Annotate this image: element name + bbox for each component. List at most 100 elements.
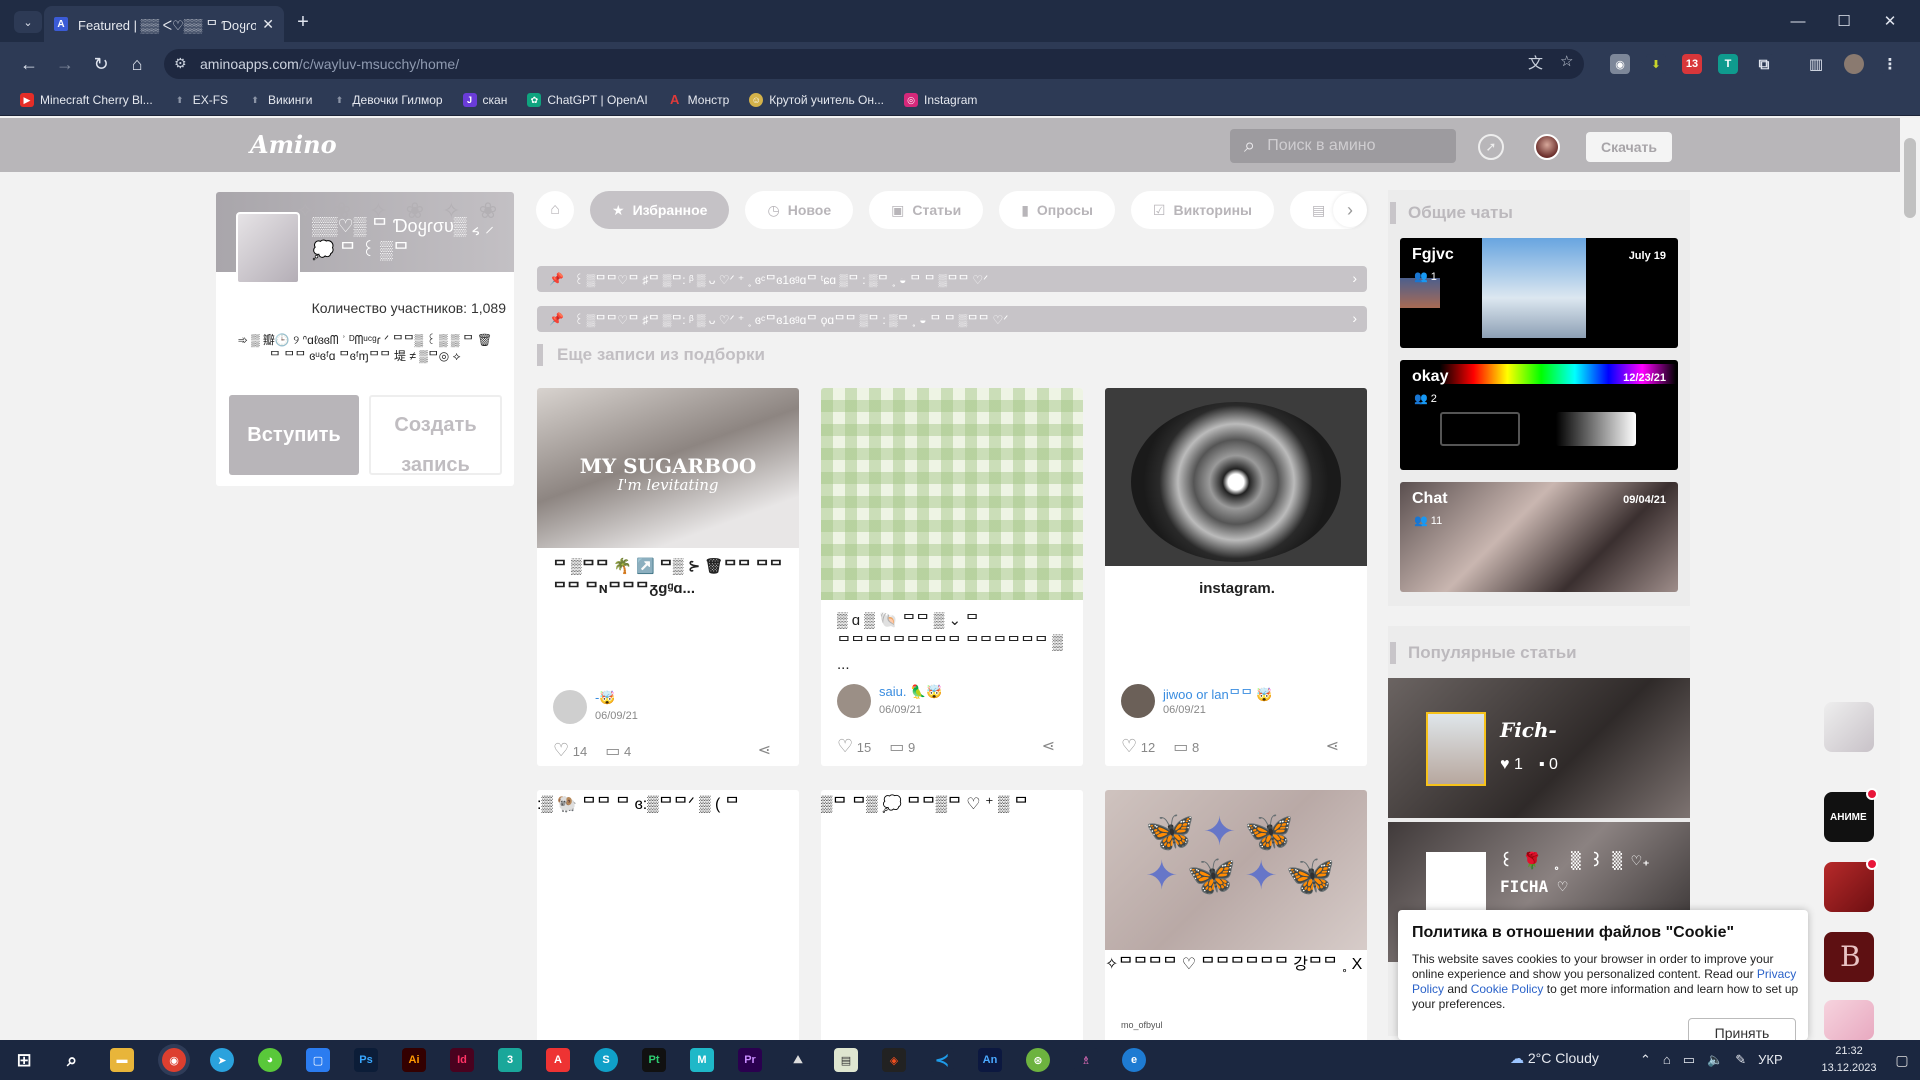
search-icon[interactable]: ⌕ (60, 1048, 84, 1072)
volume-icon[interactable]: 🔈 (1707, 1052, 1723, 1068)
bookmark-item[interactable]: ☺ Крутой учитель Он... (749, 92, 884, 107)
author-avatar[interactable] (837, 684, 871, 718)
share-icon[interactable]: ⋖ (1326, 736, 1339, 756)
maximize-icon[interactable]: ☐ (1824, 8, 1864, 34)
telegram-icon[interactable]: ➤ (210, 1048, 234, 1072)
bookmark-item[interactable]: ⬆ Викинги (248, 93, 312, 107)
translate-icon[interactable]: 文 (1528, 52, 1543, 73)
profile-avatar-icon[interactable] (1844, 54, 1864, 74)
menu-kebab-icon[interactable]: ⋮ (1880, 54, 1900, 74)
tab-latest[interactable]: ◷ Новое (745, 191, 854, 229)
article-card[interactable]: Fich- ♥ 1 ▪ 0 (1388, 678, 1690, 818)
vscode-icon[interactable]: ≺ (930, 1048, 954, 1072)
post-card[interactable]: instagram. jiwoo or lanᄆᄆ 🤯 06/09/21 ♡ 1… (1105, 388, 1367, 766)
illustrator-icon[interactable]: Ai (402, 1048, 426, 1072)
amino-app-shortcut[interactable]: АНИМЕ (1824, 792, 1874, 842)
author-name[interactable]: mo_ofbyul (1121, 1020, 1163, 1030)
page-scrollbar[interactable] (1900, 118, 1920, 1040)
cookie-policy-link[interactable]: Cookie Policy (1471, 982, 1544, 996)
app-icon[interactable]: M (690, 1048, 714, 1072)
chat-card[interactable]: Chat 👥 11 09/04/21 (1400, 482, 1678, 592)
bookmark-item[interactable]: ▶ Minecraft Cherry Bl... (20, 92, 153, 107)
forward-icon[interactable]: → (52, 51, 78, 77)
create-post-button[interactable]: Создать запись (369, 395, 502, 476)
bookmark-star-icon[interactable]: ☆ (1560, 52, 1573, 70)
download-button[interactable]: Скачать (1586, 132, 1672, 162)
tray-expand-icon[interactable]: ⌃ (1640, 1052, 1651, 1068)
animate-icon[interactable]: An (978, 1048, 1002, 1072)
home-icon[interactable]: ⌂ (124, 51, 150, 77)
notepad-icon[interactable]: ▤ (834, 1048, 858, 1072)
author-name[interactable]: -🤯 (595, 690, 616, 706)
minimize-icon[interactable]: — (1778, 8, 1818, 34)
reload-icon[interactable]: ↻ (88, 51, 114, 77)
community-shortcut[interactable] (1824, 1000, 1874, 1040)
figma-icon[interactable]: ◈ (882, 1048, 906, 1072)
author-name[interactable]: saiu. 🦜🤯 (879, 684, 942, 700)
post-card[interactable]: ▒ᄆ ᄆ▒ 💭 ᄆᄆ▒ᄆ ♡ ⁺ ▒ ᄆ (821, 790, 1083, 1050)
notifications-icon[interactable]: ▢ (1890, 1048, 1914, 1072)
share-icon[interactable]: ⋖ (1042, 736, 1055, 756)
community-shortcut[interactable] (1824, 862, 1874, 912)
bookmark-item[interactable]: ⬆ EX-FS (173, 93, 228, 107)
premiere-icon[interactable]: Pr (738, 1048, 762, 1072)
amino-logo[interactable]: Amino (250, 130, 337, 159)
compass-icon[interactable]: ➚ (1478, 134, 1504, 160)
community-shortcut[interactable]: B (1824, 932, 1874, 982)
close-tab-icon[interactable]: ✕ (262, 16, 274, 33)
bookmark-item[interactable]: ⬆ Девочки Гилмор (332, 93, 443, 107)
sidepanel-icon[interactable]: ▥ (1806, 54, 1826, 74)
like-button[interactable]: ♡ 12 (1121, 736, 1155, 757)
duolingo-icon[interactable]: ◕ (258, 1048, 282, 1072)
windows-start-icon[interactable]: ⊞ (12, 1048, 36, 1072)
chrome-icon[interactable]: ◉ (162, 1048, 186, 1072)
post-card[interactable]: ▒ ɑ ▒ 🐚 ᄆᄆ ▒ ⌄ ᄆ ᄆᄆᄆᄆᄆᄆᄆᄆᄆ ᄆᄆᄆᄆᄆᄆ ▒ ... … (821, 388, 1083, 766)
file-explorer-icon[interactable]: ▬ (110, 1048, 134, 1072)
post-card[interactable]: 🦋✦🦋 ✦🦋✦🦋 ✧ᄆᄆᄆᄆ ♡ ᄆᄆᄆᄆᄆᄆ 강ᄆᄆ ˳ X mo_ofbyul (1105, 790, 1367, 1050)
tab-list-icon[interactable]: ⌄ (14, 11, 42, 33)
browser-tab-active[interactable]: A Featured | ▒▒ ᐸ♡▒▒ ᄆ Ɗоყɾσυ ✕ (44, 6, 284, 42)
photoshop-icon[interactable]: Ps (354, 1048, 378, 1072)
share-icon[interactable]: ⋖ (758, 740, 771, 760)
new-tab-icon[interactable]: + (290, 9, 316, 35)
user-avatar[interactable] (1534, 134, 1560, 160)
community-shortcut[interactable] (1824, 702, 1874, 752)
bookmark-item[interactable]: A Монстр (668, 92, 729, 107)
app-icon[interactable]: S (594, 1048, 618, 1072)
language-indicator[interactable]: УКР (1758, 1052, 1783, 1068)
author-avatar[interactable] (553, 690, 587, 724)
like-button[interactable]: ♡ 14 (553, 740, 587, 761)
back-icon[interactable]: ← (16, 51, 42, 77)
tab-articles[interactable]: ▣ Статьи (869, 191, 984, 229)
home-tab-icon[interactable]: ⌂ (536, 191, 574, 229)
bookmark-item[interactable]: ◎ Instagram (904, 92, 977, 107)
app-icon[interactable]: ⛰ (786, 1048, 810, 1072)
camera-extension-icon[interactable]: ◉ (1610, 54, 1630, 74)
chat-card[interactable]: Fgjvc 👥 1 July 19 (1400, 238, 1678, 348)
indesign-icon[interactable]: Id (450, 1048, 474, 1072)
pinned-post[interactable]: 📌 ꒰ ▒ᄆᄆ♡ᄆ ♯ᄆ ▒ᄆ: ᵝ ▒ ᴗ ♡ᐟ ⁺ ˳ ɞᶜᄆɞ1ɞᵍɑᄆ ᵗ… (537, 266, 1367, 292)
bookmark-item[interactable]: Jскан (462, 92, 507, 107)
author-avatar[interactable] (1121, 684, 1155, 718)
tab-featured[interactable]: ★ Избранное (590, 191, 730, 229)
chevron-right-icon[interactable]: › (1333, 193, 1367, 227)
app-icon[interactable]: ▢ (306, 1048, 330, 1072)
pycharm-icon[interactable]: Pt (642, 1048, 666, 1072)
pinned-post[interactable]: 📌 ꒰ ▒ᄆᄆ♡ᄆ ♯ᄆ ▒ᄆ: ᵝ ▒ ᴗ ♡ᐟ ⁺ ˳ ɞᶜᄆɞ1ɞᵍɑᄆ ϙ… (537, 306, 1367, 332)
chat-card[interactable]: okay 👥 2 12/23/21 (1400, 360, 1678, 470)
close-window-icon[interactable]: ✕ (1870, 8, 1910, 34)
post-card[interactable]: :▒ 🐏 ᄆᄆ ᄆ ɞ:▒ᄆᄆᐟ ▒ ( ᄆ (537, 790, 799, 1050)
post-card[interactable]: MY SUGARBOO I'm levitating ᄆ ▒ᄆᄆ 🌴 ↗️ ᄆ▒… (537, 388, 799, 766)
bookmark-item[interactable]: ✿ ChatGPT | OpenAI (527, 92, 648, 107)
download-extension-icon[interactable]: ⬇ (1646, 54, 1666, 74)
adblock-extension-icon[interactable]: 13 (1682, 54, 1702, 74)
display-icon[interactable]: ▭ (1683, 1052, 1695, 1068)
comment-button[interactable]: ▭ 9 (889, 737, 915, 757)
network-icon[interactable]: ⌂ (1663, 1052, 1671, 1068)
extensions-puzzle-icon[interactable]: ⧉ (1754, 54, 1774, 74)
pen-icon[interactable]: ✎ (1735, 1052, 1746, 1068)
address-bar[interactable]: ⚙ aminoapps.com/c/wayluv-msucchy/home/ (164, 49, 1584, 79)
site-info-icon[interactable]: ⚙ (174, 55, 187, 72)
app-icon[interactable]: 3 (498, 1048, 522, 1072)
like-button[interactable]: ♡ 15 (837, 736, 871, 757)
